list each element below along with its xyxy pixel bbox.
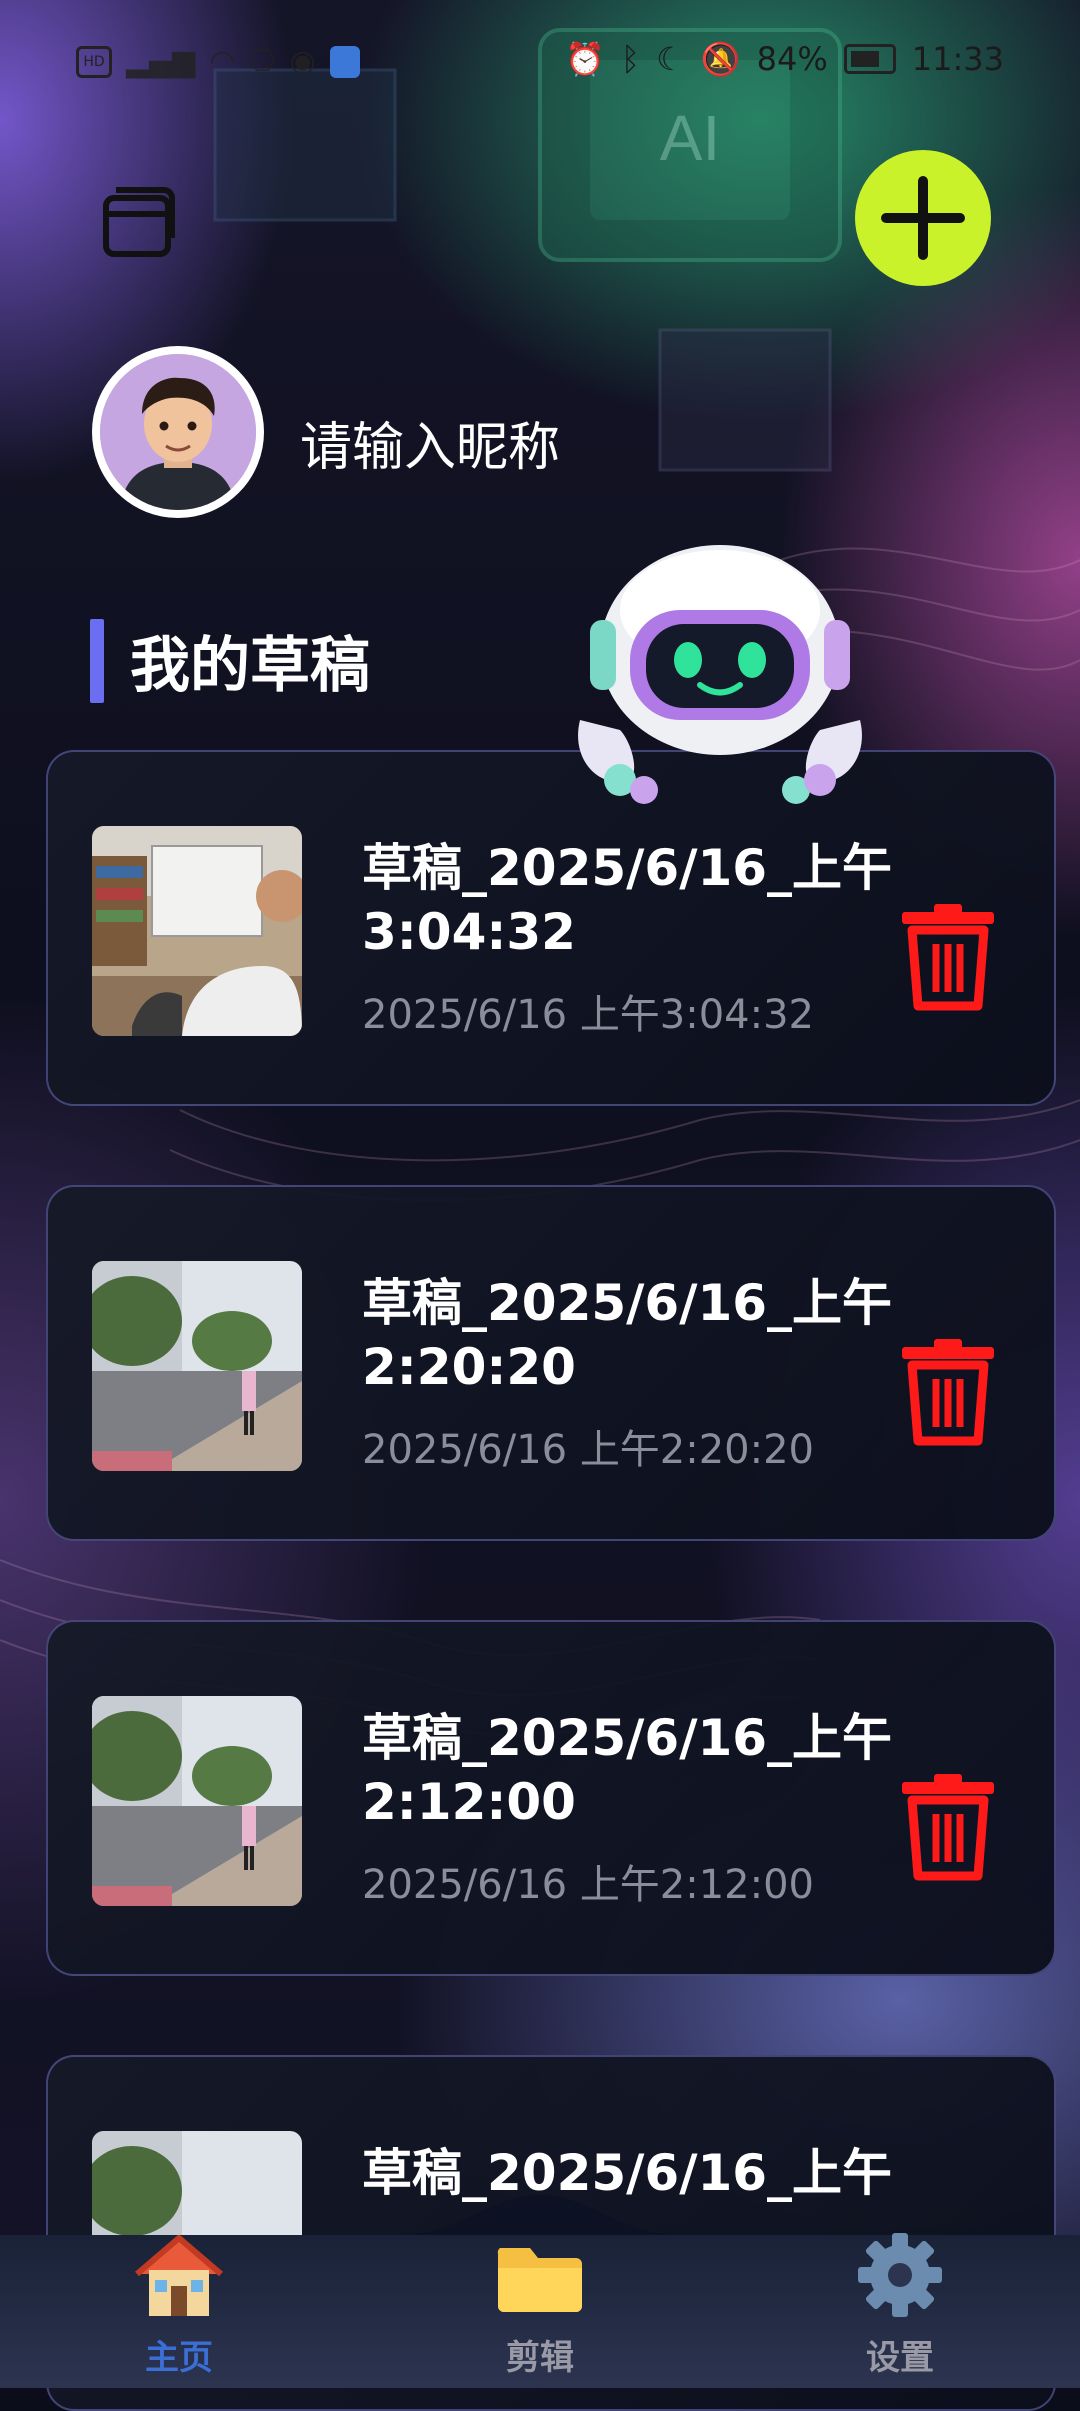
tab-settings-label: 设置 [866, 2338, 934, 2378]
moon-icon: ☾ [656, 40, 685, 78]
draft-card[interactable]: 草稿_2025/6/16_上午2:20:20 2025/6/16 上午2:20:… [46, 1185, 1056, 1541]
draft-thumbnail [92, 1696, 302, 1906]
wechat-icon: ◉ [289, 44, 316, 79]
gear-icon [858, 2233, 942, 2317]
draft-card[interactable]: 草稿_2025/6/16_上午3:04:32 2025/6/16 上午3:04:… [46, 750, 1056, 1106]
stack-icon [103, 187, 175, 257]
avatar[interactable] [92, 346, 264, 518]
section-title: 我的草稿 [130, 631, 370, 701]
tab-settings[interactable]: 设置 [825, 2230, 975, 2379]
tab-home[interactable]: 主页 [104, 2230, 254, 2379]
draft-thumbnail [92, 826, 302, 1036]
trash-icon [902, 1339, 994, 1446]
draft-name: 草稿_2025/6/16_上午2:12:00 [362, 1709, 893, 1831]
section-accent-bar [90, 618, 104, 703]
draft-date: 2025/6/16 上午3:04:32 [362, 992, 815, 1038]
draft-name: 草稿_2025/6/16_上午3:04:32 [362, 839, 893, 961]
trash-icon [902, 904, 994, 1011]
drafts-toggle-button[interactable] [100, 180, 180, 260]
draft-name: 草稿_2025/6/16_上午2:20:20 [362, 1274, 893, 1396]
draft-date: 2025/6/16 上午2:12:00 [362, 1862, 815, 1908]
clock: 11:33 [911, 40, 1004, 78]
tab-edit[interactable]: 剪辑 [465, 2230, 615, 2379]
battery-icon [843, 44, 896, 74]
battery-percent: 84% [756, 40, 828, 78]
home-icon [135, 2235, 223, 2316]
delete-button[interactable] [898, 1337, 998, 1447]
alarm-icon: ⏰ [565, 40, 605, 78]
status-bar: HD ▂▄▆ ◠ ⎔ ◉ ⏰ ᛒ ☾ 🔕 84% 11:33 [0, 0, 1080, 130]
folder-icon [497, 2248, 582, 2312]
nickname-input[interactable]: 请输入昵称 [300, 405, 560, 480]
hd-icon: HD [76, 45, 112, 78]
app-notification-icon [329, 45, 360, 78]
delete-button[interactable] [898, 902, 998, 1012]
draft-thumbnail [92, 1261, 302, 1471]
vpn-icon: ⎔ [249, 44, 276, 79]
delete-button[interactable] [898, 1772, 998, 1882]
signal-icon: ▂▄▆ [126, 44, 196, 79]
section-header: 我的草稿 [90, 617, 370, 704]
plus-icon [881, 176, 965, 260]
trash-icon [902, 1774, 994, 1881]
wifi-icon: ◠ [209, 44, 236, 79]
bluetooth-icon: ᛒ [620, 40, 641, 78]
tab-home-label: 主页 [145, 2338, 213, 2378]
tab-edit-label: 剪辑 [506, 2338, 574, 2378]
draft-card[interactable]: 草稿_2025/6/16_上午2:12:00 2025/6/16 上午2:12:… [46, 1620, 1056, 1976]
user-avatar-icon [100, 354, 256, 510]
draft-date: 2025/6/16 上午2:20:20 [362, 1427, 815, 1473]
add-draft-button[interactable] [855, 150, 991, 286]
robot-mascot-image [560, 540, 880, 830]
mute-icon: 🔕 [700, 40, 741, 78]
